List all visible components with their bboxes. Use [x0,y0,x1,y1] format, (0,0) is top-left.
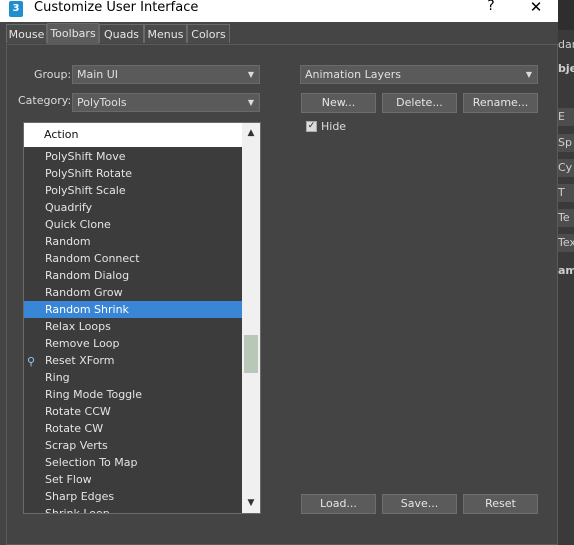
background-app-button: T [558,184,574,202]
list-item[interactable]: Sharp Edges [24,488,242,505]
action-rows: PolyShift Move PolyShift Rotate PolyShift … [24,148,242,514]
background-app-header [558,0,574,30]
delete-button[interactable]: Delete... [382,93,457,113]
list-item[interactable]: PolyShift Scale [24,182,242,199]
scroll-up-icon[interactable]: ▲ [242,125,260,141]
list-item[interactable]: Ring [24,369,242,386]
list-item-label: Relax Loops [45,320,111,333]
toolbar-value: Animation Layers [305,68,401,81]
save-button[interactable]: Save... [382,494,457,514]
background-app-button: Sp [558,134,574,152]
list-item-label: Ring Mode Toggle [45,388,142,401]
list-item-label: Shrink Loop [45,507,110,514]
group-value: Main UI [77,68,119,81]
list-item-label: Sharp Edges [45,490,115,503]
list-item-label: Rotate CW [45,422,104,435]
toolbar-dropdown[interactable]: Animation Layers ▼ [300,65,538,84]
list-item-label: Scrap Verts [45,439,108,452]
list-item-label: Rotate CCW [45,405,111,418]
list-item[interactable]: Random Connect [24,250,242,267]
list-item[interactable]: Quadrify [24,199,242,216]
list-item-label: PolyShift Move [45,150,126,163]
list-item-label: Random Connect [45,252,140,265]
list-item[interactable]: Selection To Map [24,454,242,471]
background-app-button: Te [558,209,574,227]
list-item[interactable]: Scrap Verts [24,437,242,454]
list-item[interactable]: Relax Loops [24,318,242,335]
tab-mouse[interactable]: Mouse [6,24,47,43]
background-app-strip: dar bje E Sp Cy T Te Tex am [558,0,574,545]
tab-quads[interactable]: Quads [99,24,144,43]
hide-label: Hide [321,120,347,133]
background-app-button: Tex [558,234,574,252]
list-item-label: Set Flow [45,473,92,486]
list-item-label: Random Grow [45,286,123,299]
background-app-text: bje [558,62,574,75]
action-column-header[interactable]: Action [24,123,242,147]
list-item[interactable]: Ring Mode Toggle [24,386,242,403]
close-button[interactable]: ✕ [527,0,545,16]
load-button[interactable]: Load... [301,494,376,514]
action-list-scrollbar[interactable]: ▲ ▼ [242,123,260,513]
scroll-down-icon[interactable]: ▼ [242,495,260,511]
window-title: Customize User Interface [34,0,199,15]
list-item[interactable]: Remove Loop [24,335,242,352]
tab-colors[interactable]: Colors [187,24,230,43]
group-dropdown[interactable]: Main UI ▼ [72,65,260,84]
group-label: Group: [34,68,72,81]
background-app-text: dar [558,38,574,51]
list-item[interactable]: Set Flow [24,471,242,488]
list-item[interactable]: PolyShift Rotate [24,165,242,182]
list-item[interactable]: Random Grow [24,284,242,301]
tab-menus[interactable]: Menus [144,24,187,43]
list-item[interactable]: Shrink Loop [24,505,242,514]
category-dropdown[interactable]: PolyTools ▼ [72,93,260,112]
hide-checkbox[interactable]: ✓ [306,121,317,132]
list-item[interactable]: PolyShift Move [24,148,242,165]
list-item-label: Random [45,235,91,248]
action-list[interactable]: Action PolyShift Move PolyShift Rotate Pol… [23,122,261,514]
chevron-down-icon: ▼ [525,70,532,79]
help-button[interactable]: ? [484,0,498,14]
background-app-button: Cy [558,159,574,177]
list-item[interactable]: Random Dialog [24,267,242,284]
list-item-label: Remove Loop [45,337,120,350]
category-value: PolyTools [77,96,127,109]
list-item[interactable]: Rotate CCW [24,403,242,420]
rename-button[interactable]: Rename... [463,93,538,113]
list-item[interactable]: Random [24,233,242,250]
list-item-label: PolyShift Scale [45,184,126,197]
category-label: Category: [18,94,72,107]
tab-toolbars[interactable]: Toolbars [47,23,99,44]
reset-button[interactable]: Reset [463,494,538,514]
scrollbar-thumb[interactable] [244,335,258,373]
list-item-label: Ring [45,371,70,384]
background-app-text: am [558,264,574,277]
list-item-label: PolyShift Rotate [45,167,133,180]
list-item[interactable]: ⚲ Reset XForm [24,352,242,369]
reset-xform-icon: ⚲ [27,355,36,368]
list-item-label: Quick Clone [45,218,111,231]
list-item-label: Selection To Map [45,456,138,469]
list-item[interactable]: Quick Clone [24,216,242,233]
background-app-button: E [558,108,574,126]
app-logo-icon: 3 [9,1,23,17]
title-bar: 3 Customize User Interface ? ✕ [0,0,558,22]
list-item[interactable]: Rotate CW [24,420,242,437]
chevron-down-icon: ▼ [247,70,254,79]
new-button[interactable]: New... [301,93,376,113]
list-item-label: Quadrify [45,201,93,214]
chevron-down-icon: ▼ [247,98,254,107]
list-item-label: Random Shrink [45,303,129,316]
list-item-label: Reset XForm [45,354,115,367]
list-item[interactable]: Random Shrink [24,301,242,318]
list-item-label: Random Dialog [45,269,130,282]
